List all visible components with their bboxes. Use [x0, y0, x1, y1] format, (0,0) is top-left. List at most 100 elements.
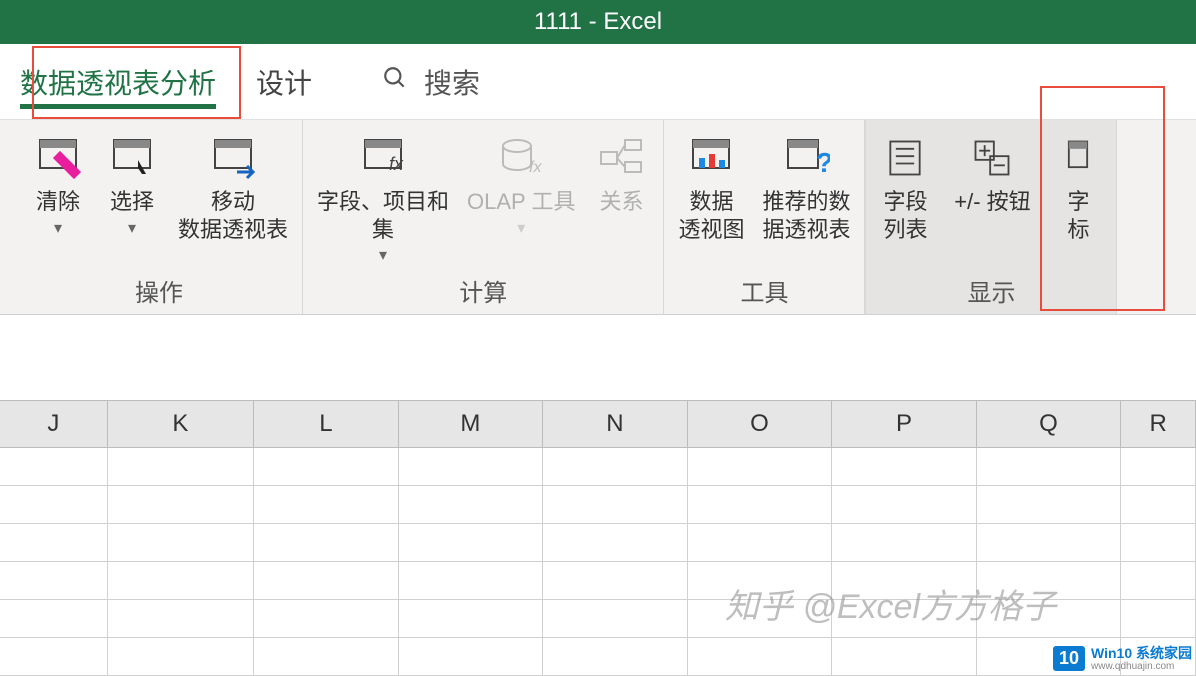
grid-cell[interactable] [688, 524, 833, 562]
svg-text:fx: fx [529, 159, 542, 176]
grid-cell[interactable] [1121, 638, 1196, 676]
column-header[interactable]: J [0, 401, 108, 447]
olap-tools-button: fx OLAP 工具 ▾ [461, 130, 581, 242]
grid-cell[interactable] [1121, 524, 1196, 562]
move-pivottable-button[interactable]: 移动 数据透视表 [172, 130, 294, 247]
field-headers-icon [1054, 134, 1102, 182]
grid-cell[interactable] [688, 600, 833, 638]
grid-cell[interactable] [688, 638, 833, 676]
grid-cell[interactable] [399, 486, 544, 524]
column-header[interactable]: R [1121, 401, 1196, 447]
grid-cell[interactable] [977, 486, 1122, 524]
grid-cell[interactable] [832, 638, 977, 676]
button-label: 数据 透视图 [678, 188, 744, 243]
grid-cell[interactable] [977, 638, 1122, 676]
grid-row [0, 638, 1196, 676]
button-label: 关系 [599, 188, 643, 216]
grid-cell[interactable] [0, 562, 108, 600]
grid-cell[interactable] [977, 600, 1122, 638]
column-header[interactable]: K [108, 401, 255, 447]
column-header[interactable]: O [688, 401, 833, 447]
svg-text:fx: fx [389, 154, 404, 174]
tab-pivottable-analyze[interactable]: 数据透视表分析 [0, 44, 236, 119]
plus-minus-buttons-button[interactable]: +/- 按钮 [942, 130, 1042, 220]
ribbon: 清除 ▾ 选择 ▾ 移动 数据透视表 操作 fx [0, 120, 1196, 315]
grid-cell[interactable] [832, 448, 977, 486]
grid-cell[interactable] [0, 600, 108, 638]
grid-cell[interactable] [399, 638, 544, 676]
grid-cell[interactable] [543, 600, 688, 638]
title-bar: 1111 - Excel [0, 0, 1196, 44]
grid-cell[interactable] [1121, 448, 1196, 486]
tab-label: 数据透视表分析 [20, 62, 216, 102]
chevron-down-icon: ▾ [128, 218, 136, 238]
grid-cell[interactable] [0, 524, 108, 562]
grid-cell[interactable] [254, 448, 399, 486]
search-icon [382, 65, 408, 98]
button-label: 字 标 [1067, 188, 1089, 243]
button-label: 清除 [36, 188, 80, 216]
fields-items-sets-button[interactable]: fx 字段、项目和 集 ▾ [311, 130, 455, 269]
group-display: 字段 列表 +/- 按钮 字 标 显示 [865, 120, 1117, 314]
field-list-button[interactable]: 字段 列表 [874, 130, 936, 247]
grid-cell[interactable] [688, 448, 833, 486]
grid-cell[interactable] [977, 562, 1122, 600]
grid-cell[interactable] [108, 600, 255, 638]
grid-cell[interactable] [543, 448, 688, 486]
grid-cell[interactable] [0, 448, 108, 486]
tab-design[interactable]: 设计 [236, 44, 332, 119]
grid-cell[interactable] [254, 600, 399, 638]
grid-cell[interactable] [832, 524, 977, 562]
field-headers-button[interactable]: 字 标 [1048, 130, 1108, 247]
grid-cell[interactable] [254, 562, 399, 600]
grid-cell[interactable] [0, 638, 108, 676]
grid-cell[interactable] [399, 524, 544, 562]
grid-cell[interactable] [1121, 562, 1196, 600]
grid-cell[interactable] [543, 524, 688, 562]
grid-cell[interactable] [543, 486, 688, 524]
svg-text:?: ? [816, 147, 830, 178]
group-calculations: fx 字段、项目和 集 ▾ fx OLAP 工具 ▾ 关系 计算 [303, 120, 664, 314]
recommended-pivottables-button[interactable]: ? 推荐的数 据透视表 [756, 130, 856, 247]
grid-cell[interactable] [399, 562, 544, 600]
grid-cell[interactable] [399, 448, 544, 486]
grid-cell[interactable] [254, 486, 399, 524]
column-header[interactable]: N [543, 401, 688, 447]
grid-cell[interactable] [832, 486, 977, 524]
grid-cell[interactable] [108, 562, 255, 600]
grid-cell[interactable] [832, 562, 977, 600]
grid-cell[interactable] [832, 600, 977, 638]
column-header[interactable]: P [832, 401, 977, 447]
grid-cell[interactable] [688, 486, 833, 524]
grid-cell[interactable] [543, 638, 688, 676]
column-header[interactable]: M [399, 401, 544, 447]
grid-cell[interactable] [254, 524, 399, 562]
grid-cell[interactable] [543, 562, 688, 600]
clear-button[interactable]: 清除 ▾ [24, 130, 92, 242]
grid-cell[interactable] [399, 600, 544, 638]
grid-cell[interactable] [0, 486, 108, 524]
group-label: 计算 [459, 269, 507, 310]
grid-cell[interactable] [1121, 600, 1196, 638]
spreadsheet-grid[interactable]: JKLMNOPQR [0, 400, 1196, 676]
button-label: 字段、项目和 集 [317, 188, 449, 243]
column-header[interactable]: Q [977, 401, 1122, 447]
grid-cell[interactable] [108, 486, 255, 524]
grid-row [0, 448, 1196, 486]
chevron-down-icon: ▾ [517, 218, 525, 238]
grid-cell[interactable] [108, 638, 255, 676]
column-header[interactable]: L [254, 401, 399, 447]
grid-cell[interactable] [108, 524, 255, 562]
button-label: 移动 数据透视表 [178, 188, 288, 243]
grid-cell[interactable] [688, 562, 833, 600]
search-box[interactable]: 搜索 [382, 62, 480, 102]
chevron-down-icon: ▾ [54, 218, 62, 238]
pivotchart-button[interactable]: 数据 透视图 [672, 130, 750, 247]
select-button[interactable]: 选择 ▾ [98, 130, 166, 242]
grid-cell[interactable] [1121, 486, 1196, 524]
grid-row [0, 562, 1196, 600]
grid-cell[interactable] [977, 524, 1122, 562]
grid-cell[interactable] [108, 448, 255, 486]
grid-cell[interactable] [977, 448, 1122, 486]
grid-cell[interactable] [254, 638, 399, 676]
